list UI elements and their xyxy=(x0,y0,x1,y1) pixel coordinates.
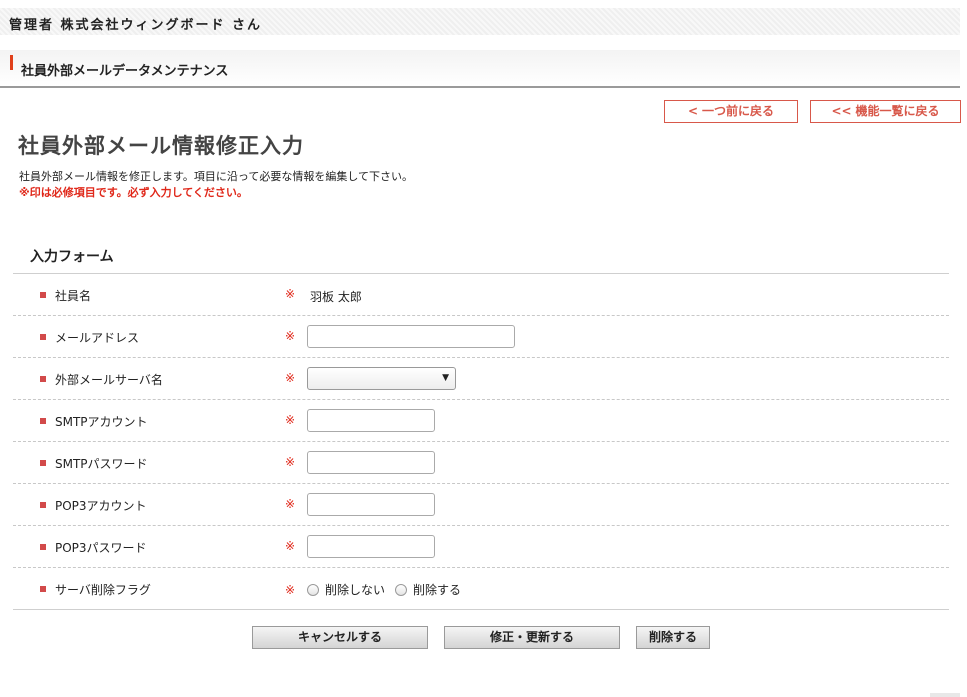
mail-server-label: 外部メールサーバ名 xyxy=(55,373,163,387)
mail-server-select[interactable]: ▼ xyxy=(307,367,456,390)
bullet-icon xyxy=(40,418,46,424)
double-chevron-left-icon: << xyxy=(831,104,852,118)
form-row-pop3-password: POP3パスワード ※ xyxy=(13,526,949,568)
bullet-icon xyxy=(40,292,46,298)
pop3-account-input[interactable] xyxy=(307,493,435,516)
employee-name-value: 羽板 太郎 xyxy=(310,290,362,304)
user-bar: 管理者 株式会社ウィングボード さん xyxy=(0,8,960,35)
employee-name-label: 社員名 xyxy=(55,289,92,303)
bullet-icon xyxy=(40,334,46,340)
radio-delete[interactable] xyxy=(395,583,408,596)
form-row-employee-name: 社員名 ※ 羽板 太郎 xyxy=(13,274,949,316)
section-title: 社員外部メールデータメンテナンス xyxy=(21,64,229,79)
dropdown-arrow-icon: ▼ xyxy=(442,373,449,383)
smtp-account-label: SMTPアカウント xyxy=(55,415,148,429)
email-input[interactable] xyxy=(307,325,515,348)
required-mark: ※ xyxy=(285,413,296,427)
form-row-mail-server: 外部メールサーバ名 ※ ▼ xyxy=(13,358,949,400)
required-note: ※印は必修項目です。必ず入力してください。 xyxy=(19,186,248,199)
required-mark: ※ xyxy=(285,329,296,343)
required-mark: ※ xyxy=(285,287,296,301)
section-header: 社員外部メールデータメンテナンス xyxy=(0,50,960,88)
cancel-button[interactable]: キャンセルする xyxy=(252,626,428,649)
required-mark: ※ xyxy=(285,539,296,553)
back-button[interactable]: < 一つ前に戻る xyxy=(664,100,798,123)
form-row-server-delete-flag: サーバ削除フラグ ※ 削除しない 削除する xyxy=(13,568,949,610)
section-marker xyxy=(10,55,13,70)
bullet-icon xyxy=(40,460,46,466)
required-mark: ※ xyxy=(285,371,296,385)
pop3-password-label: POP3パスワード xyxy=(55,541,147,555)
smtp-account-input[interactable] xyxy=(307,409,435,432)
form-row-pop3-account: POP3アカウント ※ xyxy=(13,484,949,526)
pop3-account-label: POP3アカウント xyxy=(55,499,147,513)
form-row-email: メールアドレス ※ xyxy=(13,316,949,358)
radio-no-delete[interactable] xyxy=(307,583,319,596)
email-label: メールアドレス xyxy=(55,331,140,345)
page-top-tab[interactable] xyxy=(930,693,960,697)
bullet-icon xyxy=(40,502,46,508)
required-mark: ※ xyxy=(285,497,296,511)
function-list-button[interactable]: << 機能一覧に戻る xyxy=(810,100,961,123)
server-delete-flag-radios: 削除しない 削除する xyxy=(307,581,471,599)
smtp-password-label: SMTPパスワード xyxy=(55,457,148,471)
server-delete-flag-label: サーバ削除フラグ xyxy=(55,583,151,597)
bullet-icon xyxy=(40,544,46,550)
smtp-password-input[interactable] xyxy=(307,451,435,474)
function-list-button-label: 機能一覧に戻る xyxy=(855,104,940,118)
radio-no-delete-label[interactable]: 削除しない xyxy=(325,581,385,598)
page-title: 社員外部メール情報修正入力 xyxy=(18,134,304,158)
delete-button[interactable]: 削除する xyxy=(636,626,710,649)
required-mark: ※ xyxy=(285,583,296,597)
form-row-smtp-password: SMTPパスワード ※ xyxy=(13,442,949,484)
form-row-smtp-account: SMTPアカウント ※ xyxy=(13,400,949,442)
back-button-label: 一つ前に戻る xyxy=(702,104,775,118)
chevron-left-icon: < xyxy=(687,104,699,118)
radio-delete-label[interactable]: 削除する xyxy=(413,581,461,598)
required-mark: ※ xyxy=(285,455,296,469)
bullet-icon xyxy=(40,586,46,592)
user-name: 管理者 株式会社ウィングボード さん xyxy=(9,18,263,33)
update-button[interactable]: 修正・更新する xyxy=(444,626,620,649)
form-heading: 入力フォーム xyxy=(30,249,114,265)
page-description: 社員外部メール情報を修正します。項目に沿って必要な情報を編集して下さい。 xyxy=(19,170,414,183)
pop3-password-input[interactable] xyxy=(307,535,435,558)
bullet-icon xyxy=(40,376,46,382)
